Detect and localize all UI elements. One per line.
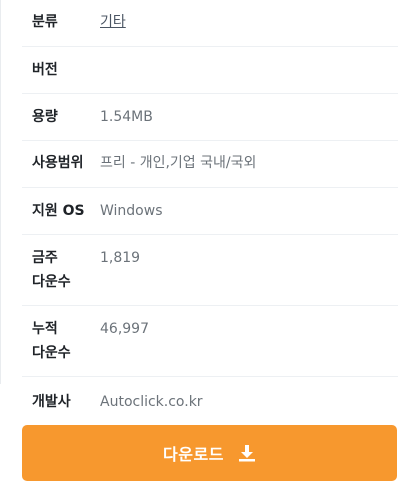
category-value: 기타: [100, 10, 398, 46]
developer-value: Autoclick.co.kr: [100, 394, 203, 410]
total-downloads-value: 46,997: [100, 321, 149, 337]
download-button[interactable]: 다운로드: [22, 425, 397, 481]
category-label: 분류: [32, 14, 58, 30]
version-value: [100, 58, 398, 93]
total-downloads-label: 누적 다운수: [32, 321, 71, 361]
category-link[interactable]: 기타: [100, 14, 126, 30]
info-table: 분류 기타 버전 용량 1.54MB 사용범위 프리 - 개인,기업 국내/국외…: [22, 0, 398, 424]
row-category: 분류 기타: [22, 0, 398, 47]
size-label: 용량: [32, 109, 58, 125]
row-size: 용량 1.54MB: [22, 94, 398, 141]
row-license: 사용범위 프리 - 개인,기업 국내/국외: [22, 141, 398, 188]
size-value: 1.54MB: [100, 109, 153, 125]
os-value: Windows: [100, 203, 163, 219]
license-label: 사용범위: [32, 155, 84, 171]
developer-label: 개발사: [32, 394, 71, 410]
row-developer: 개발사 Autoclick.co.kr: [22, 377, 398, 424]
os-label: 지원 OS: [32, 203, 85, 219]
row-os: 지원 OS Windows: [22, 188, 398, 235]
weekly-downloads-label: 금주 다운수: [32, 250, 71, 290]
download-icon: [238, 444, 256, 462]
software-details-panel: 분류 기타 버전 용량 1.54MB 사용범위 프리 - 개인,기업 국내/국외…: [0, 0, 409, 498]
license-value: 프리 - 개인,기업 국내/국외: [100, 155, 257, 171]
download-button-label: 다운로드: [163, 445, 224, 464]
row-version: 버전: [22, 47, 398, 94]
row-total-downloads: 누적 다운수 46,997: [22, 306, 398, 377]
weekly-downloads-value: 1,819: [100, 250, 141, 266]
left-divider: [0, 0, 1, 384]
version-label: 버전: [32, 62, 58, 78]
row-weekly-downloads: 금주 다운수 1,819: [22, 235, 398, 306]
